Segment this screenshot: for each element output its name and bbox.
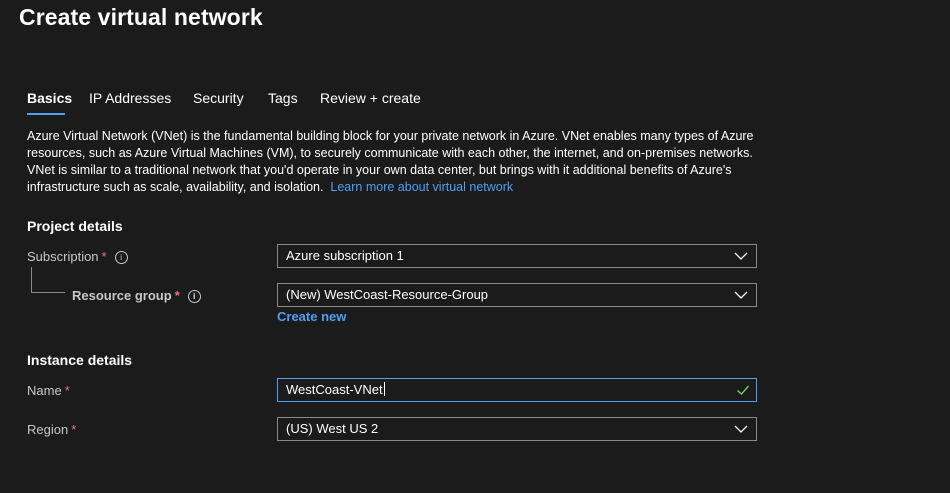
tree-connector	[31, 267, 65, 293]
name-label: Name *	[27, 383, 70, 398]
text-caret	[383, 382, 385, 396]
resource-group-dropdown[interactable]: (New) WestCoast-Resource-Group	[277, 283, 757, 307]
region-dropdown[interactable]: (US) West US 2	[277, 417, 757, 441]
tab-basics[interactable]: Basics	[27, 90, 72, 106]
intro-description: Azure Virtual Network (VNet) is the fund…	[27, 128, 767, 196]
tab-tags[interactable]: Tags	[268, 90, 298, 106]
name-value-text: WestCoast-VNet	[286, 382, 383, 397]
learn-more-link[interactable]: Learn more about virtual network	[330, 180, 513, 194]
checkmark-icon	[737, 385, 750, 395]
subscription-value: Azure subscription 1	[286, 248, 404, 263]
chevron-down-icon	[734, 425, 748, 433]
info-icon[interactable]: i	[114, 251, 128, 264]
project-details-heading: Project details	[27, 218, 123, 234]
subscription-dropdown[interactable]: Azure subscription 1	[277, 244, 757, 268]
resource-group-label: Resource group * i	[72, 288, 201, 303]
info-icon[interactable]: i	[187, 290, 201, 303]
chevron-down-icon	[734, 291, 748, 299]
page-title: Create virtual network	[19, 4, 263, 30]
name-input[interactable]: WestCoast-VNet	[277, 378, 757, 402]
region-label-text: Region	[27, 422, 69, 437]
tab-review-create[interactable]: Review + create	[320, 90, 421, 106]
resource-group-label-text: Resource group	[72, 288, 172, 303]
required-marker: *	[101, 249, 107, 264]
name-value: WestCoast-VNet	[286, 382, 385, 397]
required-marker: *	[64, 383, 70, 398]
required-marker: *	[174, 288, 180, 303]
chevron-down-icon	[734, 252, 748, 260]
create-new-link[interactable]: Create new	[277, 309, 346, 324]
subscription-label-text: Subscription	[27, 249, 99, 264]
subscription-label: Subscription * i	[27, 249, 128, 264]
region-value: (US) West US 2	[286, 421, 379, 436]
tab-security[interactable]: Security	[193, 90, 244, 106]
required-marker: *	[71, 422, 77, 437]
instance-details-heading: Instance details	[27, 352, 133, 368]
name-label-text: Name	[27, 383, 62, 398]
active-tab-indicator	[27, 113, 65, 115]
resource-group-value: (New) WestCoast-Resource-Group	[286, 287, 489, 302]
tab-ip-addresses[interactable]: IP Addresses	[89, 90, 171, 106]
region-label: Region *	[27, 422, 76, 437]
